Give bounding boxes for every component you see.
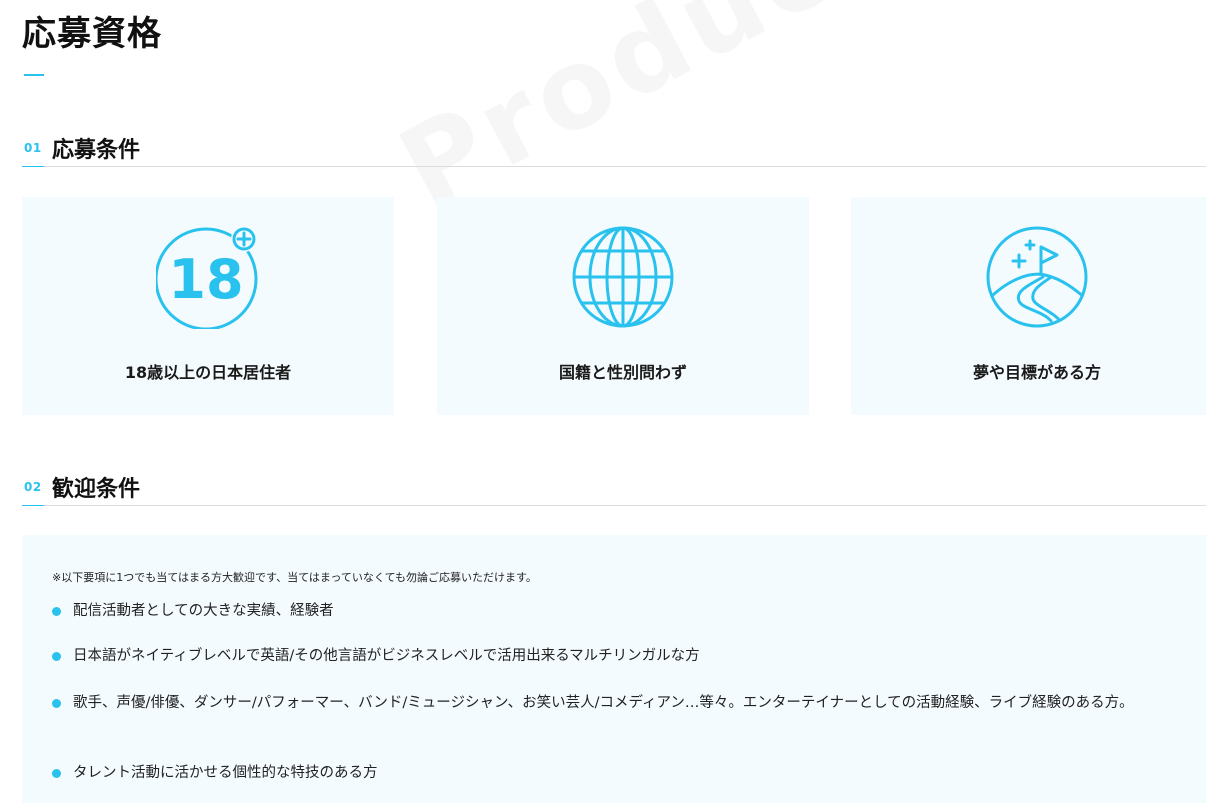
bullet-dot-icon [52,652,61,661]
globe-icon [572,226,674,328]
list-item-text: タレント活動に活かせる個性的な特技のある方 [73,765,378,781]
mountain-flag-icon [986,226,1088,328]
section-accent-line [22,166,44,167]
section-number: 02 [24,480,42,494]
list-item: 日本語がネイティブレベルで英語/その他言語がビジネスレベルで活用出来るマルチリン… [52,644,1182,668]
section-title: 歓迎条件 [52,477,141,502]
section-accent-line [22,505,44,506]
list-item: 歌手、声優/俳優、ダンサー/パフォーマー、バンド/ミュージシャン、お笑い芸人/コ… [52,691,1182,715]
welcome-conditions-box: ※以下要項に1つでも当てはまる方大歓迎です、当てはまっていなくても勿論ご応募いた… [22,535,1206,803]
card-label: 18歳以上の日本居住者 [124,363,292,382]
section-title: 応募条件 [52,138,141,163]
section-header-welcome: 02 歓迎条件 [22,471,1206,506]
requirement-card-age: 18 18歳以上の日本居住者 [22,197,394,415]
bullet-dot-icon [52,769,61,778]
list-item: 配信活動者としての大きな実績、経験者 [52,599,1182,623]
requirement-card-dream: 夢や目標がある方 [851,197,1206,415]
list-item: タレント活動に活かせる個性的な特技のある方 [52,761,1182,785]
section-header-requirements: 01 応募条件 [22,132,1206,167]
list-item-text: 配信活動者としての大きな実績、経験者 [73,603,334,619]
list-item-text: 歌手、声優/俳優、ダンサー/パフォーマー、バンド/ミュージシャン、お笑い芸人/コ… [73,695,1134,711]
age-18-plus-icon: 18 [156,226,258,329]
list-item-text: 日本語がネイティブレベルで英語/その他言語がビジネスレベルで活用出来るマルチリン… [73,648,700,664]
requirement-card-nationality: 国籍と性別問わず [437,197,809,415]
page-title: 応募資格 [22,14,162,54]
card-label: 国籍と性別問わず [558,363,687,382]
age-number: 18 [168,248,243,311]
bullet-dot-icon [52,699,61,708]
bullet-dot-icon [52,607,61,616]
welcome-note: ※以下要項に1つでも当てはまる方大歓迎です、当てはまっていなくても勿論ご応募いた… [52,571,537,584]
title-accent-line [24,74,44,76]
section-number: 01 [24,141,42,155]
card-label: 夢や目標がある方 [972,363,1101,382]
